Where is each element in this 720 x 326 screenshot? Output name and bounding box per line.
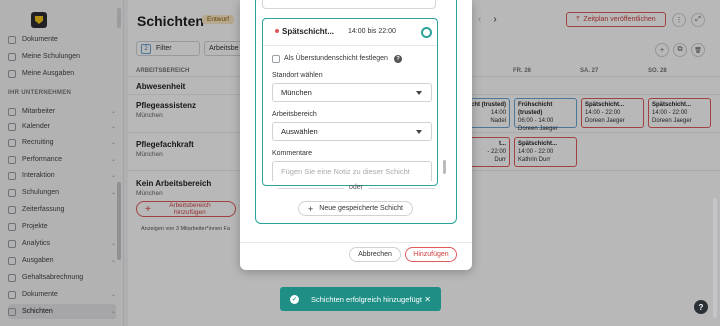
panel-scrollbar[interactable] [443, 160, 446, 174]
caret-down-icon [416, 130, 422, 134]
divider [263, 45, 437, 46]
plus-icon: + [308, 203, 314, 214]
shift-time: 14:00 bis 22:00 [348, 28, 396, 35]
or-separator: oder [349, 184, 364, 191]
divider [240, 242, 472, 243]
toast-message: Schichten erfolgreich hinzugefügt [311, 294, 422, 304]
comment-textarea[interactable]: Fügen Sie eine Notiz zu dieser Schicht [272, 161, 432, 181]
close-icon[interactable]: ✕ [424, 295, 431, 304]
new-saved-shift-button[interactable]: + Neue gespeicherte Schicht [298, 201, 413, 216]
area-select[interactable]: Auswählen [272, 122, 432, 141]
area-label: Arbeitsbereich [272, 111, 317, 118]
main-scrollbar[interactable] [713, 198, 717, 318]
overtime-label: Als Überstundenschicht festlegen [284, 55, 388, 62]
check-circle-icon: ✓ [290, 294, 299, 304]
location-label: Standort wählen [272, 72, 323, 79]
shift-select-radio[interactable] [421, 27, 432, 38]
divider [369, 188, 435, 189]
cancel-button[interactable]: Abbrechen [349, 247, 401, 262]
success-toast: ✓ Schichten erfolgreich hinzugefügt ✕ [280, 287, 441, 311]
help-icon[interactable]: ? [394, 55, 402, 63]
caret-down-icon [416, 91, 422, 95]
comment-label: Kommentare [272, 150, 313, 157]
help-button[interactable]: ? [694, 300, 708, 314]
divider [278, 188, 344, 189]
overtime-checkbox[interactable] [272, 55, 280, 63]
add-button[interactable]: Hinzufügen [405, 247, 457, 262]
top-input-field[interactable] [262, 0, 436, 9]
shift-color-dot [275, 29, 279, 33]
location-select[interactable]: München [272, 83, 432, 102]
shift-name: Spätschicht... [282, 27, 335, 36]
